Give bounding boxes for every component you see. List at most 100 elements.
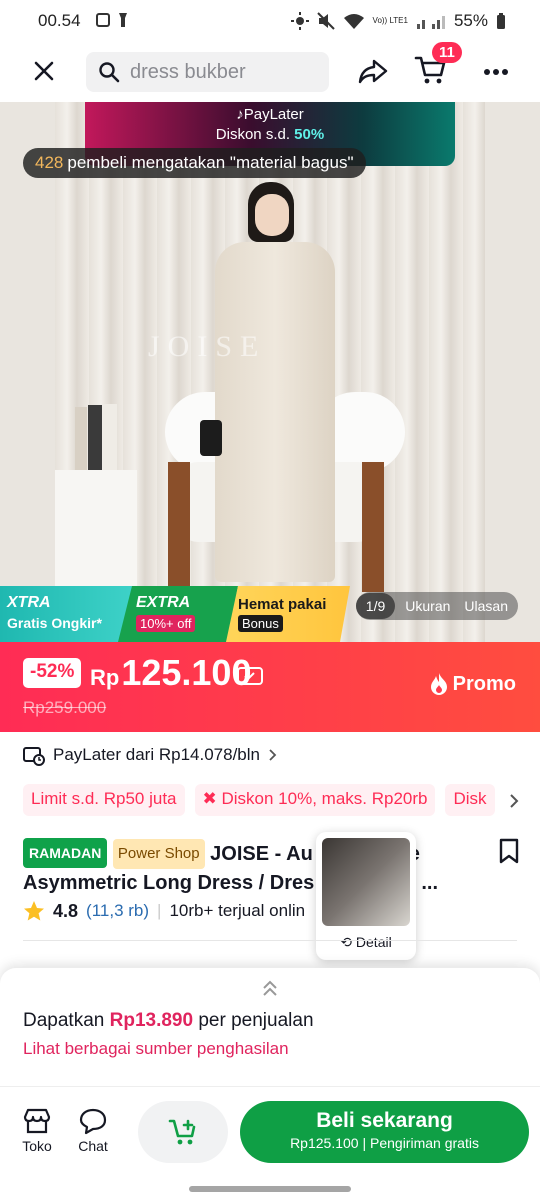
coupon-icon[interactable] (237, 666, 263, 686)
thumbnail-image (322, 838, 410, 926)
earn-commission: Dapatkan Rp13.890 per penjualan (23, 1010, 314, 1031)
model-face (255, 194, 289, 236)
product-image-carousel[interactable]: JOISE ♪PayLater Diskon s.d. 50% 428 pemb… (0, 102, 540, 642)
chat-button[interactable]: Chat (78, 1107, 108, 1154)
original-price: Rp259.000 (23, 698, 107, 717)
chevron-right-icon (269, 749, 277, 761)
title-line-1: JOISE - Au (210, 843, 313, 865)
xtra-title: XTRA (7, 594, 51, 611)
price-bar: -52% Rp125.100 Rp259.000 Promo (0, 642, 540, 732)
rating-row[interactable]: 4.8 (11,3 rb) | 10rb+ terjual onlin (23, 900, 305, 922)
chip-more[interactable]: Disk (445, 784, 495, 816)
chair-leg (362, 462, 384, 592)
hemat-title: Hemat pakai (238, 596, 327, 613)
extra-title: EXTRA (136, 594, 191, 611)
earn-sources-link[interactable]: Lihat berbagai sumber penghasilan (23, 1039, 289, 1059)
add-to-cart-button[interactable] (138, 1101, 228, 1163)
wallet-clock-icon (23, 747, 45, 766)
search-input[interactable]: dress bukber (86, 52, 329, 92)
network-label: Vo)) LTE1 (372, 16, 408, 25)
carousel-pager: 1/9 (355, 593, 396, 619)
model-dress (215, 242, 335, 582)
signal-icon (416, 16, 445, 29)
torch-icon (119, 13, 127, 27)
brightness-icon (290, 12, 309, 30)
extra-discount-badge[interactable]: EXTRA 10%+ off (118, 586, 238, 642)
close-icon[interactable] (33, 60, 55, 82)
cart-button[interactable]: 11 (414, 42, 462, 91)
divider: | (157, 901, 162, 920)
divider-line (23, 940, 517, 941)
chat-label: Chat (78, 1138, 108, 1154)
status-right-icons: Vo)) LTE1 55% (290, 11, 506, 31)
search-query: dress bukber (130, 60, 246, 83)
buy-now-label: Beli sekarang (316, 1109, 453, 1132)
promo-label[interactable]: Promo (429, 672, 516, 696)
battery-icon (497, 13, 505, 29)
status-bar: 00.54 Vo)) LTE1 55% (0, 0, 540, 42)
home-indicator[interactable] (189, 1186, 351, 1192)
model-handbag (200, 420, 222, 456)
shop-label: Toko (22, 1138, 52, 1154)
right-wall (485, 102, 540, 642)
book (88, 405, 102, 470)
xtra-subtitle: Gratis Ongkir* (7, 615, 102, 631)
rotate-icon: ⟲ (340, 934, 353, 950)
chip-limit[interactable]: Limit s.d. Rp50 juta (23, 784, 185, 816)
book (75, 407, 87, 470)
checkbox-notification-icon (96, 13, 110, 27)
hemat-bonus-badge[interactable]: Hemat pakai Bonus (226, 586, 350, 642)
power-shop-tag: Power Shop (112, 839, 205, 869)
discount-badge: -52% (23, 658, 82, 688)
hemat-subtitle: Bonus (238, 615, 283, 632)
ramadan-tag: RAMADAN (23, 838, 108, 868)
search-icon (99, 62, 120, 83)
shop-button[interactable]: Toko (22, 1107, 52, 1154)
battery-level: 55% (453, 11, 488, 30)
status-time: 00.54 (38, 11, 81, 30)
left-wall (0, 102, 55, 642)
wifi-icon (343, 14, 364, 29)
side-table (55, 470, 137, 590)
star-icon (24, 901, 44, 921)
affiliate-earn-panel: Dapatkan Rp13.890 per penjualan Lihat be… (0, 968, 540, 1086)
current-price: Rp125.100 (90, 652, 252, 693)
discount-ticket-icon: ✖ (202, 789, 217, 808)
chips-chevron-right-icon[interactable] (508, 793, 520, 809)
tab-review[interactable]: Ulasan (460, 598, 518, 614)
carousel-tabs: 1/9 Ukuran Ulasan (355, 592, 518, 620)
title-line-2: Asymmetric Long Dress / Dres (23, 872, 315, 894)
xtra-ongkir-badge[interactable]: XTRA Gratis Ongkir* (0, 586, 134, 642)
more-options-icon[interactable] (483, 68, 509, 76)
status-left-icons (96, 12, 130, 28)
paylater-brand: ♪PayLater (236, 106, 304, 123)
top-bar: dress bukber 11 (0, 42, 540, 102)
chair-leg (168, 462, 190, 592)
chevron-up-double-icon[interactable] (260, 978, 280, 998)
flame-icon (430, 673, 447, 695)
paylater-row[interactable]: PayLater dari Rp14.078/bln (23, 742, 278, 768)
share-icon[interactable] (358, 58, 388, 84)
mute-icon (316, 12, 335, 30)
tab-size[interactable]: Ukuran (395, 598, 460, 614)
shop-icon (23, 1108, 51, 1134)
bottom-action-bar: Toko Chat Beli sekarang Rp125.100 | Peng… (0, 1086, 540, 1200)
rating-count: (11,3 rb) (86, 901, 150, 920)
paylater-discount: Diskon s.d. 50% (215, 126, 325, 143)
book (103, 404, 117, 470)
brand-watermark: JOISE (148, 330, 267, 363)
chip-discount[interactable]: ✖ Diskon 10%, maks. Rp20rb (194, 784, 436, 816)
cart-add-icon (168, 1119, 196, 1145)
buyer-count: 428 (35, 153, 64, 172)
buyer-review-pill: 428 pembeli mengatakan "material bagus" (23, 148, 366, 178)
buy-now-details: Rp125.100 | Pengiriman gratis (290, 1135, 479, 1151)
cart-count-badge: 11 (432, 42, 462, 63)
buy-now-button[interactable]: Beli sekarang Rp125.100 | Pengiriman gra… (240, 1101, 529, 1163)
rating-value: 4.8 (53, 900, 79, 921)
tiktok-icon: ♪ (236, 106, 244, 123)
chat-icon (79, 1108, 107, 1135)
thumbnail-detail: ⟲ Detail (340, 934, 392, 950)
paylater-text: PayLater dari Rp14.078/bln (53, 745, 260, 764)
bookmark-icon[interactable] (498, 838, 520, 864)
sold-count: 10rb+ terjual onlin (169, 901, 306, 920)
